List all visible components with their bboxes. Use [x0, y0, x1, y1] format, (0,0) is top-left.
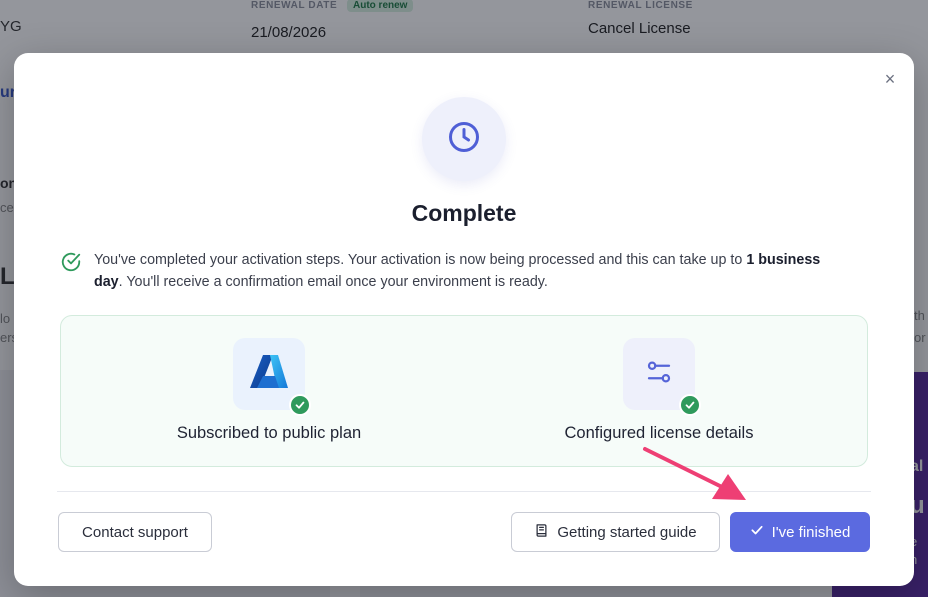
check-circle-icon [60, 251, 82, 293]
button-label: Contact support [82, 523, 188, 541]
button-label: I've finished [771, 523, 851, 541]
clock-badge [422, 97, 506, 181]
clock-icon [446, 119, 482, 160]
finished-button[interactable]: I've finished [730, 512, 870, 552]
step-configured: Configured license details [529, 338, 789, 443]
close-modal-button[interactable]: × [880, 69, 900, 89]
getting-started-guide-button[interactable]: Getting started guide [511, 512, 720, 552]
step-label: Subscribed to public plan [176, 424, 362, 442]
modal-title: Complete [411, 200, 517, 226]
step-tile [233, 338, 311, 416]
step-label: Configured license details [564, 424, 754, 442]
step-subscribed: Subscribed to public plan [139, 338, 399, 443]
step-tile [623, 338, 701, 416]
completed-steps-panel: Subscribed to public plan Configured lic… [60, 315, 868, 467]
notice-text: You've completed your activation steps. … [94, 252, 821, 290]
activation-complete-modal: × Complete You've completed your activat… [14, 53, 914, 586]
step-done-check-icon [679, 394, 701, 416]
checkmark-icon [750, 523, 764, 541]
contact-support-button[interactable]: Contact support [58, 512, 212, 552]
activation-notice: You've completed your activation steps. … [60, 249, 840, 293]
footer-divider [57, 491, 871, 492]
azure-logo-icon [249, 354, 289, 395]
step-done-check-icon [289, 394, 311, 416]
book-icon [534, 523, 549, 542]
button-label: Getting started guide [557, 523, 697, 541]
sliders-icon [644, 357, 674, 392]
